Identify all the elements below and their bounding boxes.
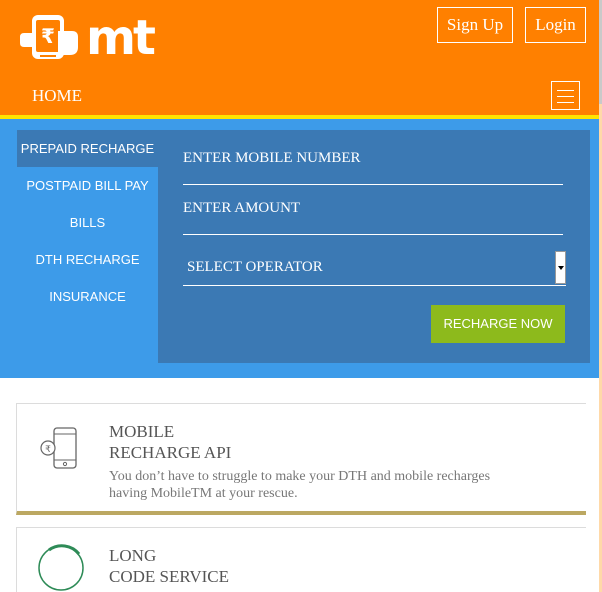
service-card-long-code-service[interactable]: LONG CODE SERVICE (16, 527, 586, 592)
mobile-number-input[interactable]: ENTER MOBILE NUMBER (183, 148, 563, 185)
sign-up-button[interactable]: Sign Up (437, 7, 513, 43)
nav-home-link[interactable]: HOME (32, 86, 82, 106)
recharge-now-button[interactable]: RECHARGE NOW (431, 305, 565, 343)
tab-dth-recharge[interactable]: DTH RECHARGE (17, 241, 158, 278)
logo[interactable]: ₹ mt (18, 10, 156, 66)
recharge-tabs: PREPAID RECHARGE POSTPAID BILL PAY BILLS… (17, 130, 158, 315)
tab-prepaid-recharge[interactable]: PREPAID RECHARGE (17, 130, 158, 167)
hamburger-line (557, 102, 574, 103)
service-title: LONG CODE SERVICE (109, 545, 229, 587)
amount-input[interactable]: ENTER AMOUNT (183, 198, 563, 235)
service-description: You don’t have to struggle to make your … (109, 469, 491, 501)
service-title-line: RECHARGE API (109, 443, 232, 462)
tab-bills[interactable]: BILLS (17, 204, 158, 241)
tab-insurance[interactable]: INSURANCE (17, 278, 158, 315)
ring-icon (38, 544, 84, 591)
svg-text:₹: ₹ (41, 24, 55, 48)
phone-rupee-logo-icon: ₹ (20, 15, 78, 59)
hamburger-menu-icon[interactable] (551, 81, 580, 110)
service-title-line: CODE SERVICE (109, 567, 230, 586)
logo-text: mt (86, 10, 156, 66)
login-button[interactable]: Login (525, 7, 586, 43)
hamburger-line (557, 96, 574, 97)
service-title-line: LONG (109, 546, 157, 565)
service-card-mobile-recharge-api[interactable]: ₹ MOBILE RECHARGE API You don’t have to … (16, 403, 586, 515)
service-title: MOBILE RECHARGE API (109, 421, 231, 463)
operator-select[interactable]: SELECT OPERATOR (183, 251, 566, 286)
chevron-down-icon[interactable] (555, 251, 566, 284)
site-header: ₹ mt Sign Up Login HOME (0, 0, 600, 119)
tab-postpaid-bill-pay[interactable]: POSTPAID BILL PAY (17, 167, 158, 204)
phone-rupee-icon: ₹ (40, 427, 77, 469)
operator-select-label: SELECT OPERATOR (187, 259, 323, 275)
recharge-panel: PREPAID RECHARGE POSTPAID BILL PAY BILLS… (0, 119, 600, 378)
svg-text:₹: ₹ (45, 445, 51, 455)
hamburger-line (557, 90, 574, 91)
recharge-form: ENTER MOBILE NUMBER ENTER AMOUNT SELECT … (158, 130, 590, 363)
service-title-line: MOBILE (109, 422, 175, 441)
